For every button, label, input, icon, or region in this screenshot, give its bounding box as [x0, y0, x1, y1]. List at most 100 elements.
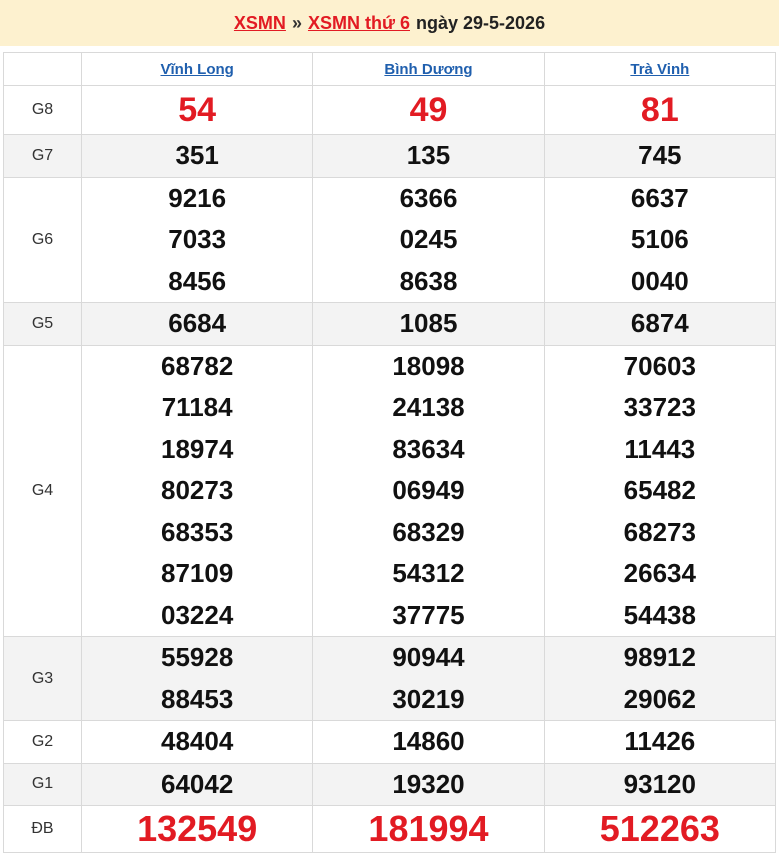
- province-link[interactable]: Vĩnh Long: [161, 61, 234, 78]
- prize-row: G2 48404 14860 11426: [3, 720, 777, 764]
- winning-number: 5106: [630, 224, 689, 254]
- winning-number: 29062: [623, 683, 696, 714]
- winning-number: 24138: [392, 392, 465, 422]
- winning-number: 81: [640, 91, 679, 129]
- winning-number: 6637: [630, 182, 689, 213]
- breadcrumb-separator: »: [291, 12, 302, 33]
- prize-row: G3 55928 88453 90944 30219 98912 29062: [3, 636, 777, 721]
- prize-cell: 98912 29062: [543, 636, 777, 721]
- prize-cell: 55928 88453: [80, 636, 314, 721]
- winning-number: 1085: [399, 308, 458, 338]
- prize-label: G8: [3, 85, 82, 135]
- winning-number: 8456: [168, 265, 227, 296]
- winning-number: 06949: [392, 475, 465, 505]
- results-title-bar: XSMN » XSMN thứ 6 ngày 29-5-2026: [0, 0, 779, 46]
- prize-cell: 81: [543, 85, 777, 135]
- prize-cell: 1085: [312, 302, 545, 346]
- winning-number: 26634: [623, 558, 696, 588]
- prize-cell: 19320: [312, 762, 545, 806]
- prize-label: G3: [3, 636, 82, 721]
- prize-label: G1: [3, 762, 82, 806]
- winning-number: 98912: [623, 642, 696, 672]
- prize-cell: 132549: [80, 805, 314, 853]
- prize-label: G5: [3, 302, 82, 346]
- prize-row: G6 9216 7033 8456 6366 0245 8638 6637 5106 0040: [3, 176, 777, 303]
- province-header: Vĩnh Long: [80, 52, 314, 86]
- results-table: Vĩnh Long Bình Dương Trà Vinh G8 54 49 81 G7…: [3, 52, 777, 853]
- prize-label: G7: [3, 134, 82, 178]
- prize-label: G4: [3, 344, 82, 637]
- winning-number: 6684: [168, 308, 227, 338]
- prize-cell: 18098 24138 83634 06949 68329 54312 37775: [312, 344, 545, 637]
- winning-number: 30219: [392, 683, 465, 714]
- winning-number: 37775: [392, 599, 465, 630]
- winning-number: 135: [406, 140, 451, 170]
- prize-row: G1 64042 19320 93120: [3, 762, 777, 806]
- draw-date: ngày 29-5-2026: [416, 12, 546, 33]
- winning-number: 71184: [161, 392, 233, 422]
- prize-cell: 68782 71184 18974 80273 68353 87109 03224: [80, 344, 314, 637]
- prize-row: ĐB 132549 181994 512263: [3, 805, 777, 853]
- winning-number: 68353: [161, 516, 234, 547]
- prize-cell: 70603 33723 11443 65482 68273 26634 54438: [543, 344, 777, 637]
- prize-cell: 181994: [312, 805, 545, 853]
- prize-cell: 512263: [543, 805, 777, 853]
- xsmn-friday-link[interactable]: XSMN thứ 6: [308, 13, 410, 34]
- prize-cell: 93120: [543, 762, 777, 806]
- winning-number: 0245: [399, 224, 458, 254]
- winning-number: 48404: [161, 726, 234, 756]
- winning-number: 9216: [168, 182, 227, 213]
- prize-row: G7 351 135 745: [3, 134, 777, 178]
- prize-cell: 6874: [543, 302, 777, 346]
- province-header-row: Vĩnh Long Bình Dương Trà Vinh: [3, 52, 777, 86]
- province-link[interactable]: Trà Vinh: [630, 61, 689, 78]
- province-link[interactable]: Bình Dương: [384, 61, 472, 78]
- winning-number: 7033: [168, 224, 227, 254]
- winning-number: 745: [638, 140, 682, 170]
- prize-cell: 49: [312, 85, 545, 135]
- prize-cell: 48404: [80, 720, 314, 764]
- winning-number: 55928: [161, 642, 234, 672]
- winning-number: 87109: [161, 558, 234, 588]
- winning-number: 64042: [161, 768, 234, 799]
- prize-cell: 6637 5106 0040: [543, 176, 777, 303]
- winning-number: 11443: [624, 433, 696, 464]
- winning-number: 54: [178, 91, 217, 129]
- empty-corner-cell: [3, 52, 82, 86]
- winning-number: 49: [409, 91, 448, 129]
- winning-number: 132549: [137, 808, 258, 849]
- winning-number: 181994: [368, 808, 489, 849]
- prize-cell: 135: [312, 134, 545, 178]
- winning-number: 88453: [161, 683, 234, 714]
- winning-number: 93120: [623, 768, 696, 799]
- winning-number: 80273: [161, 475, 234, 505]
- prize-cell: 351: [80, 134, 314, 178]
- prize-rows: G8 54 49 81 G7 351 135 745 G6 9216 7033 8456 6366 024…: [3, 85, 777, 853]
- winning-number: 54312: [392, 558, 465, 588]
- prize-cell: 14860: [312, 720, 545, 764]
- province-header: Bình Dương: [312, 52, 545, 86]
- prize-row: G5 6684 1085 6874: [3, 302, 777, 346]
- winning-number: 19320: [392, 768, 465, 799]
- winning-number: 6366: [399, 182, 458, 213]
- winning-number: 65482: [623, 475, 696, 505]
- winning-number: 351: [175, 140, 219, 170]
- prize-cell: 54: [80, 85, 314, 135]
- winning-number: 54438: [623, 599, 696, 630]
- prize-row: G8 54 49 81: [3, 85, 777, 135]
- prize-cell: 9216 7033 8456: [80, 176, 314, 303]
- xsmn-link[interactable]: XSMN: [234, 13, 286, 34]
- prize-label: ĐB: [3, 805, 82, 853]
- prize-cell: 64042: [80, 762, 314, 806]
- prize-cell: 6366 0245 8638: [312, 176, 545, 303]
- winning-number: 83634: [392, 433, 465, 464]
- winning-number: 68782: [161, 350, 234, 381]
- winning-number: 14860: [392, 726, 465, 756]
- winning-number: 03224: [161, 599, 234, 630]
- winning-number: 68273: [623, 516, 696, 547]
- winning-number: 8638: [399, 265, 458, 296]
- winning-number: 18098: [392, 350, 465, 381]
- province-header: Trà Vinh: [543, 52, 777, 86]
- prize-row: G4 68782 71184 18974 80273 68353 87109 03224 180…: [3, 344, 777, 637]
- winning-number: 6874: [630, 308, 689, 338]
